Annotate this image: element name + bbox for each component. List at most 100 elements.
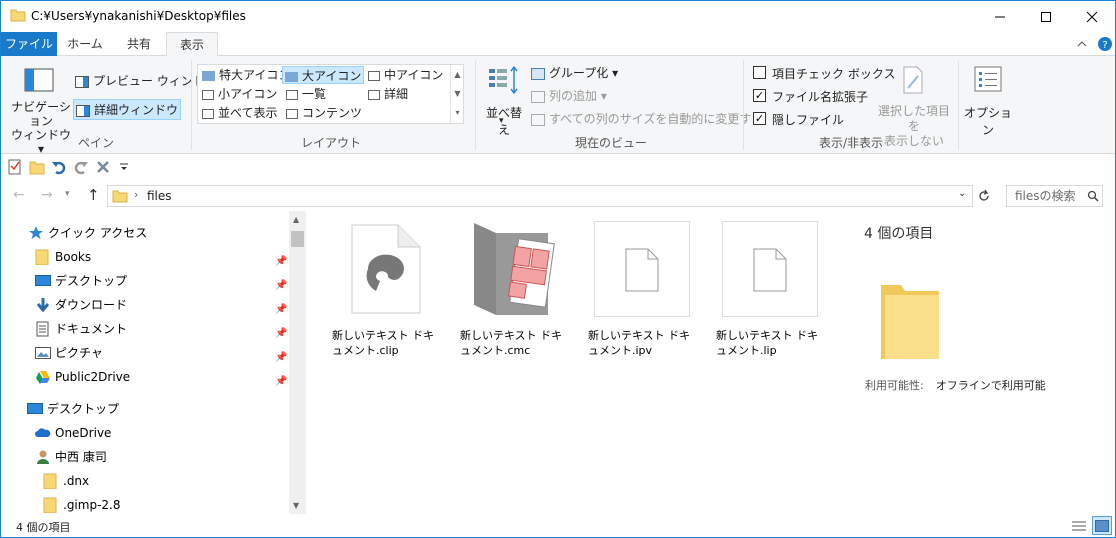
nav-item-pictures[interactable]: ピクチャ 📌: [35, 342, 287, 364]
folder-icon: [43, 473, 57, 489]
preview-pane-button[interactable]: プレビュー ウィンドウ: [75, 72, 217, 89]
close-button[interactable]: [1069, 1, 1115, 32]
add-column-button[interactable]: 列の追加 ▾: [531, 87, 607, 104]
layout-small-icons[interactable]: 小アイコン: [200, 85, 277, 103]
nav-item-desktop-root[interactable]: デスクトップ: [27, 398, 277, 420]
tab-share[interactable]: 共有: [113, 32, 165, 56]
navigation-pane-button[interactable]: ナビゲーション ウィンドウ ▾: [9, 62, 71, 156]
layout-medium-icons[interactable]: 中アイコン: [366, 66, 443, 84]
recent-dropdown-icon[interactable]: ▾: [65, 189, 70, 199]
folder-icon: [35, 249, 49, 265]
layout-extra-large-icons[interactable]: 特大アイコン: [200, 66, 290, 84]
file-item[interactable]: 新しいテキスト ドキュメント.ipv: [572, 221, 692, 361]
address-dropdown-icon[interactable]: ⌄: [958, 188, 966, 199]
group-by-button[interactable]: グループ化 ▾: [531, 64, 618, 81]
scroll-up-icon[interactable]: ▲: [293, 215, 299, 224]
ribbon: ナビゲーション ウィンドウ ▾ プレビュー ウィンドウ 詳細ウィンドウ ペイン …: [1, 56, 1115, 156]
show-hide-group-label: 表示/非表示: [818, 136, 884, 150]
layout-content[interactable]: コンテンツ: [284, 104, 362, 122]
close-icon: [1086, 11, 1098, 22]
nav-item-onedrive[interactable]: OneDrive: [35, 422, 285, 444]
scroll-thumb[interactable]: [291, 231, 304, 247]
nav-item-downloads[interactable]: ダウンロード 📌: [35, 294, 287, 316]
star-icon: [29, 226, 43, 239]
title-bar: C:¥Users¥ynakanishi¥Desktop¥files: [1, 1, 1115, 32]
file-list: 新しいテキスト ドキュメント.clip 新しいテキスト ドキュメント.cmc 新: [306, 211, 841, 514]
tab-file[interactable]: ファイル: [1, 32, 57, 56]
breadcrumb-files[interactable]: files: [147, 189, 172, 203]
chevron-up-icon[interactable]: [1077, 40, 1087, 48]
breadcrumb-separator-icon: ›: [134, 188, 139, 201]
nav-item-documents[interactable]: ドキュメント 📌: [35, 318, 287, 340]
fit-columns-button[interactable]: すべての列のサイズを自動的に変更する: [531, 110, 763, 127]
nav-item-public2drive[interactable]: Public2Drive 📌: [35, 366, 287, 388]
layout-details[interactable]: 詳細: [366, 85, 408, 103]
nav-item-books[interactable]: Books 📌: [35, 246, 287, 268]
item-checkbox-toggle[interactable]: [753, 66, 766, 79]
ribbon-tabs: ファイル ホーム 共有 表示 ?: [1, 32, 1115, 57]
new-folder-icon[interactable]: [29, 159, 45, 175]
pane-group-label: ペイン: [77, 136, 114, 150]
status-bar: 4 個の項目: [1, 514, 1115, 537]
file-item[interactable]: 新しいテキスト ドキュメント.clip: [316, 221, 436, 361]
details-pane-button[interactable]: 詳細ウィンドウ: [73, 99, 182, 120]
file-item[interactable]: 新しいテキスト ドキュメント.cmc: [444, 221, 564, 361]
maximize-button[interactable]: [1023, 1, 1069, 32]
properties-icon[interactable]: [8, 159, 22, 175]
status-item-count: 4 個の項目: [16, 521, 71, 534]
hide-selected-button[interactable]: 選択した項目を 表示しない: [875, 62, 953, 148]
extensions-checkbox[interactable]: ✓: [753, 89, 766, 102]
nav-item-user[interactable]: 中西 康司: [35, 446, 285, 468]
folder-icon: [10, 9, 26, 22]
svg-text:?: ?: [1102, 40, 1107, 51]
nav-quick-access[interactable]: クイック アクセス: [28, 222, 288, 244]
options-button[interactable]: オプション: [963, 62, 1013, 137]
minimize-button[interactable]: [977, 1, 1023, 32]
hidden-files-checkbox[interactable]: ✓: [753, 112, 766, 125]
layout-large-icons[interactable]: 大アイコン: [282, 66, 364, 84]
file-name: 新しいテキスト ドキュメント.clip: [332, 329, 435, 357]
sort-icon: [489, 66, 518, 95]
nav-item-gimp[interactable]: .gimp-2.8: [43, 494, 283, 516]
delete-icon[interactable]: [95, 159, 111, 175]
scroll-down-icon[interactable]: ▼: [293, 501, 299, 510]
file-name: 新しいテキスト ドキュメント.cmc: [460, 329, 563, 357]
nav-scrollbar[interactable]: ▲ ▼: [289, 211, 306, 514]
comic-file-icon: [474, 223, 555, 315]
cloud-icon: [35, 428, 51, 437]
refresh-icon[interactable]: [977, 189, 991, 203]
maximize-icon: [1041, 11, 1051, 22]
tab-home[interactable]: ホーム: [59, 32, 111, 56]
availability-label: 利用可能性: オフラインで利用可能: [865, 379, 1046, 392]
separator: [958, 60, 959, 150]
large-icons-view-button[interactable]: [1092, 516, 1112, 535]
search-box[interactable]: filesの検索: [1006, 185, 1103, 207]
nav-item-dnx[interactable]: .dnx: [43, 470, 283, 492]
layout-list[interactable]: 一覧: [284, 85, 326, 103]
address-field[interactable]: › files ⌄: [107, 185, 973, 207]
sort-button[interactable]: 並べ替え ▾: [481, 62, 527, 137]
desktop-icon: [27, 403, 43, 414]
separator: [191, 60, 192, 150]
forward-arrow-icon[interactable]: →: [41, 187, 53, 203]
explorer-window: C:¥Users¥ynakanishi¥Desktop¥files ファイル ホ…: [0, 0, 1116, 538]
nav-item-desktop[interactable]: デスクトップ 📌: [35, 270, 287, 292]
generic-file-icon: [594, 221, 690, 317]
window-title: C:¥Users¥ynakanishi¥Desktop¥files: [31, 9, 246, 23]
up-arrow-icon[interactable]: ↑: [87, 186, 100, 204]
back-arrow-icon[interactable]: ←: [13, 187, 25, 203]
separator: [475, 60, 476, 150]
file-item[interactable]: 新しいテキスト ドキュメント.lip: [700, 221, 820, 361]
redo-icon[interactable]: [73, 159, 89, 175]
undo-icon[interactable]: [51, 159, 67, 175]
layout-tiles[interactable]: 並べて表示: [200, 104, 278, 122]
picture-icon: [35, 347, 51, 359]
folder-icon: [43, 497, 57, 513]
customize-dropdown-icon[interactable]: [119, 162, 129, 172]
tab-view[interactable]: 表示: [166, 32, 218, 57]
layout-scroll[interactable]: ▲ ▼ ▾: [450, 65, 464, 123]
help-icon[interactable]: ?: [1097, 36, 1113, 52]
details-view-icon[interactable]: [1071, 519, 1087, 533]
pin-icon[interactable]: 📌: [275, 371, 287, 393]
generic-file-icon: [722, 221, 818, 317]
